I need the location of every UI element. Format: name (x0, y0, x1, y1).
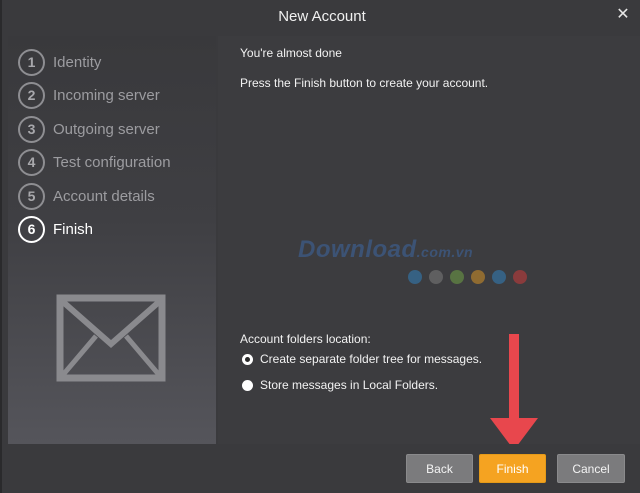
watermark-dot (513, 270, 527, 284)
step-incoming-server: 2 Incoming server (18, 81, 160, 109)
step-account-details: 5 Account details (18, 182, 155, 210)
step-number: 5 (18, 182, 45, 210)
back-button[interactable]: Back (406, 454, 473, 483)
dialog-footer: Back Finish Cancel (2, 444, 640, 493)
step-label: Finish (53, 220, 94, 238)
step-label: Incoming server (53, 86, 160, 104)
watermark-logo: Download.com.vn (298, 236, 558, 296)
step-label: Outgoing server (53, 120, 160, 138)
watermark-text: Download.com.vn (298, 236, 474, 263)
step-number: 6 (18, 215, 45, 243)
wizard-steps-sidebar: 1 Identity 2 Incoming server 3 Outgoing … (8, 36, 216, 444)
folders-location-label: Account folders location: (240, 332, 371, 346)
radio-label: Create separate folder tree for messages… (260, 352, 483, 366)
step-finish: 6 Finish (18, 215, 93, 243)
radio-separate-folder-tree[interactable]: Create separate folder tree for messages… (242, 352, 482, 366)
red-down-arrow-icon (490, 334, 538, 457)
radio-label: Store messages in Local Folders. (260, 378, 439, 392)
step-label: Test configuration (53, 153, 171, 171)
step-number: 4 (18, 148, 45, 176)
radio-local-folders[interactable]: Store messages in Local Folders. (242, 378, 438, 392)
watermark-dot (450, 270, 464, 284)
envelope-icon (56, 294, 166, 387)
window-title: New Account (278, 8, 366, 25)
step-number: 1 (18, 48, 45, 76)
radio-button-checked[interactable] (242, 353, 253, 365)
step-label: Identity (53, 53, 102, 71)
step-number: 3 (18, 115, 45, 143)
close-icon[interactable]: ✕ (614, 6, 632, 24)
cancel-button[interactable]: Cancel (557, 454, 625, 483)
watermark-dot (408, 270, 422, 284)
step-label: Account details (53, 187, 155, 205)
new-account-dialog: New Account ✕ 1 Identity 2 Incoming serv… (0, 0, 640, 493)
content-panel: You're almost done Press the Finish butt… (218, 36, 640, 444)
watermark-dot (492, 270, 506, 284)
radio-button[interactable] (242, 379, 253, 391)
instruction-text: Press the Finish button to create your a… (240, 76, 489, 90)
step-identity: 1 Identity (18, 48, 101, 76)
watermark-dot (429, 270, 443, 284)
step-test-configuration: 4 Test configuration (18, 148, 171, 176)
step-number: 2 (18, 81, 45, 109)
heading-text: You're almost done (240, 46, 342, 60)
watermark-dot (471, 270, 485, 284)
watermark-dots (408, 270, 527, 284)
finish-button[interactable]: Finish (479, 454, 546, 483)
title-bar: New Account ✕ (2, 0, 640, 33)
step-outgoing-server: 3 Outgoing server (18, 115, 160, 143)
